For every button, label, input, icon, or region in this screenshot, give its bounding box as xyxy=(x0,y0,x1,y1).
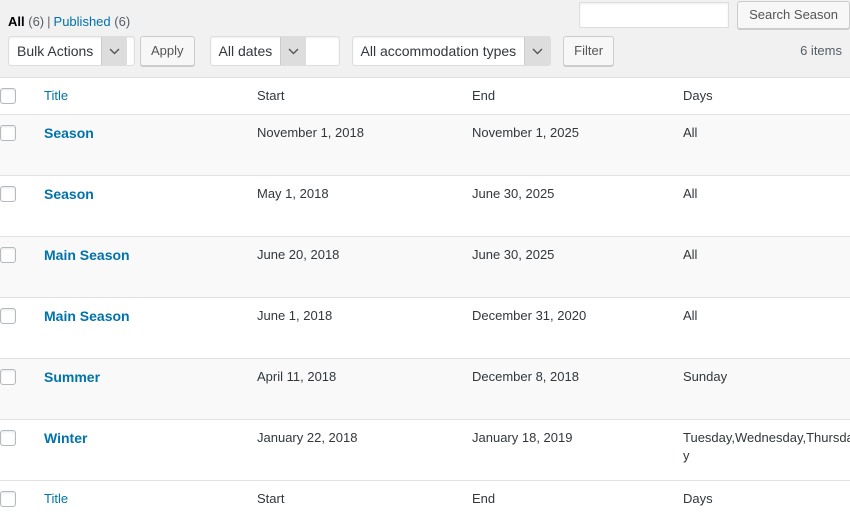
search-box: Search Season xyxy=(579,1,850,29)
row-days-cell: All xyxy=(683,297,850,360)
row-days-cell: Sunday xyxy=(683,358,850,421)
row-checkbox[interactable] xyxy=(0,430,16,447)
row-start-cell: January 22, 2018 xyxy=(257,419,472,482)
row-checkbox[interactable] xyxy=(0,125,16,142)
accommodation-types-filter-select[interactable]: All accommodation types xyxy=(351,36,552,66)
row-select-cell xyxy=(0,236,44,299)
sort-title-link[interactable]: Title xyxy=(44,88,68,103)
table-row[interactable]: Winter January 22, 2018 January 18, 2019… xyxy=(0,419,850,482)
column-footer-days: Days xyxy=(683,480,850,515)
table-body: Season November 1, 2018 November 1, 2025… xyxy=(0,114,850,482)
row-title-cell: Winter xyxy=(44,419,257,482)
tablenav-top: Bulk Actions Apply All dates All accommo… xyxy=(0,36,850,68)
column-header-days: Days xyxy=(683,77,850,116)
row-end-cell: June 30, 2025 xyxy=(472,175,683,238)
row-title-cell: Season xyxy=(44,114,257,177)
table-header-row: Title Start End Days xyxy=(0,77,850,116)
dates-filter-value: All dates xyxy=(218,43,273,59)
row-days-cell: All xyxy=(683,114,850,177)
column-footer-start: Start xyxy=(257,480,472,515)
row-end-cell: June 30, 2025 xyxy=(472,236,683,299)
row-checkbox[interactable] xyxy=(0,186,16,203)
wp-admin-list-screen: All (6) | Published (6) Search Season Bulk… xyxy=(0,0,850,515)
row-title-link[interactable]: Main Season xyxy=(44,308,130,324)
search-input[interactable] xyxy=(579,2,730,28)
chevron-down-icon xyxy=(280,37,307,65)
displaying-num: 6 items xyxy=(800,43,842,58)
row-checkbox[interactable] xyxy=(0,308,16,325)
row-select-cell xyxy=(0,114,44,177)
table-footer-row: Title Start End Days xyxy=(0,480,850,515)
chevron-down-icon xyxy=(101,37,128,65)
select-all-checkbox[interactable] xyxy=(0,88,16,104)
dates-filter-select[interactable]: All dates xyxy=(209,36,340,66)
row-select-cell xyxy=(0,358,44,421)
filter-button[interactable]: Filter xyxy=(563,36,615,66)
table-head: Title Start End Days xyxy=(0,77,850,116)
table-row[interactable]: Season November 1, 2018 November 1, 2025… xyxy=(0,114,850,177)
column-header-end: End xyxy=(472,77,683,116)
seasons-list-table: Title Start End Days Season November 1, … xyxy=(0,77,850,515)
row-title-link[interactable]: Season xyxy=(44,125,94,141)
row-start-cell: November 1, 2018 xyxy=(257,114,472,177)
view-published-link[interactable]: Published xyxy=(54,14,111,29)
tablenav-actions: Bulk Actions Apply All dates All accommo… xyxy=(8,36,615,66)
table-row[interactable]: Main Season June 1, 2018 December 31, 20… xyxy=(0,297,850,360)
post-status-views: All (6) | Published (6) xyxy=(8,13,130,31)
row-start-cell: May 1, 2018 xyxy=(257,175,472,238)
bulk-actions-select[interactable]: Bulk Actions xyxy=(8,36,135,66)
apply-button[interactable]: Apply xyxy=(140,36,195,66)
sort-title-link[interactable]: Title xyxy=(44,491,68,506)
search-season-button[interactable]: Search Season xyxy=(737,1,850,29)
row-end-cell: December 31, 2020 xyxy=(472,297,683,360)
view-separator: | xyxy=(47,14,51,29)
table-foot: Title Start End Days xyxy=(0,480,850,515)
row-end-cell: November 1, 2025 xyxy=(472,114,683,177)
row-select-cell xyxy=(0,297,44,360)
select-all-header xyxy=(0,77,44,116)
row-end-cell: December 8, 2018 xyxy=(472,358,683,421)
column-footer-title[interactable]: Title xyxy=(44,480,257,515)
row-title-link[interactable]: Main Season xyxy=(44,247,130,263)
bulk-actions-value: Bulk Actions xyxy=(17,43,94,59)
row-checkbox[interactable] xyxy=(0,369,16,386)
row-select-cell xyxy=(0,175,44,238)
row-title-link[interactable]: Winter xyxy=(44,430,87,446)
row-start-cell: June 1, 2018 xyxy=(257,297,472,360)
view-all-link[interactable]: All xyxy=(8,14,25,29)
row-days-cell: All xyxy=(683,175,850,238)
list-table-topbar: All (6) | Published (6) Search Season Bulk… xyxy=(0,0,850,70)
view-all[interactable]: All (6) | xyxy=(8,14,54,29)
row-checkbox[interactable] xyxy=(0,247,16,264)
view-published-count: (6) xyxy=(114,14,131,29)
column-header-start: Start xyxy=(257,77,472,116)
row-title-cell: Summer xyxy=(44,358,257,421)
select-all-checkbox[interactable] xyxy=(0,491,16,508)
row-title-link[interactable]: Summer xyxy=(44,369,100,385)
column-header-title[interactable]: Title xyxy=(44,77,257,116)
row-start-cell: June 20, 2018 xyxy=(257,236,472,299)
row-start-cell: April 11, 2018 xyxy=(257,358,472,421)
select-all-footer xyxy=(0,480,44,515)
chevron-down-icon xyxy=(524,37,551,65)
row-days-cell: Tuesday,Wednesday,Thursday,Friday xyxy=(683,419,850,482)
table-row[interactable]: Summer April 11, 2018 December 8, 2018 S… xyxy=(0,358,850,421)
row-days-cell: All xyxy=(683,236,850,299)
row-title-cell: Main Season xyxy=(44,297,257,360)
column-footer-end: End xyxy=(472,480,683,515)
row-title-cell: Season xyxy=(44,175,257,238)
row-title-link[interactable]: Season xyxy=(44,186,94,202)
table-row[interactable]: Main Season June 20, 2018 June 30, 2025 … xyxy=(0,236,850,299)
row-select-cell xyxy=(0,419,44,482)
accommodation-types-filter-value: All accommodation types xyxy=(360,43,517,59)
table-row[interactable]: Season May 1, 2018 June 30, 2025 All xyxy=(0,175,850,238)
view-published[interactable]: Published (6) xyxy=(54,14,131,29)
row-title-cell: Main Season xyxy=(44,236,257,299)
view-all-count: (6) xyxy=(28,14,45,29)
row-end-cell: January 18, 2019 xyxy=(472,419,683,482)
